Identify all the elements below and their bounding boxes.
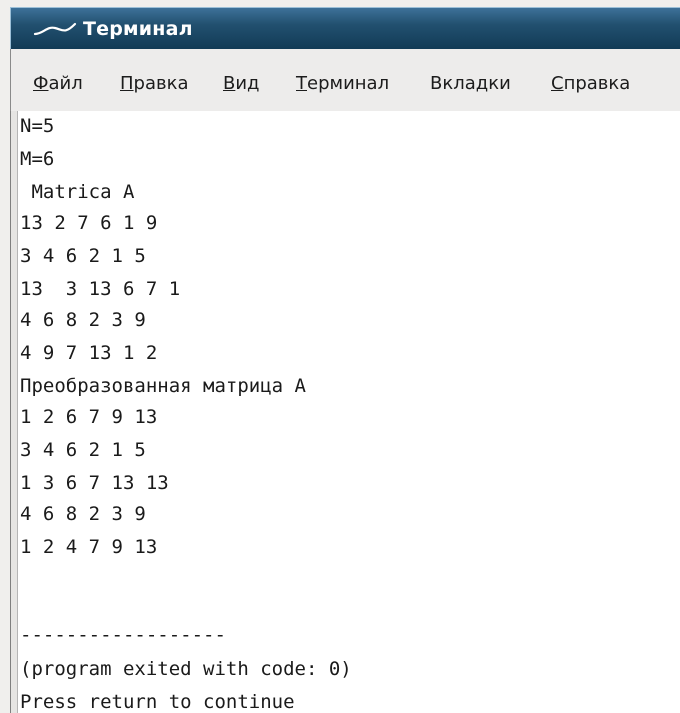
menu-edit-mnemonic: П [120, 73, 134, 94]
terminal-line: 13 3 13 6 7 1 [20, 278, 181, 300]
terminal-line: 13 2 7 6 1 9 [20, 212, 158, 234]
terminal-wave-icon [33, 22, 77, 36]
menu-help-mnemonic: С [551, 73, 564, 94]
terminal-output[interactable]: N=5 M=6 Matrica A 13 2 7 6 1 9 3 4 6 2 1… [18, 111, 680, 713]
terminal-line: 1 2 6 7 9 13 [20, 406, 158, 428]
terminal-line: 3 4 6 2 1 5 [20, 439, 146, 461]
terminal-line: 4 9 7 13 1 2 [20, 342, 158, 364]
terminal-line: Преобразованная матрица A [20, 375, 306, 397]
terminal-line: (program exited with code: 0) [20, 658, 352, 680]
menu-bar: Файл Правка Вид Терминал Вкладки Справка [10, 49, 680, 111]
menu-terminal[interactable]: Терминал [296, 73, 389, 94]
menu-help[interactable]: Справка [551, 73, 630, 94]
terminal-line: Press return to continue [20, 691, 295, 713]
menu-view[interactable]: Вид [223, 73, 260, 94]
menu-edit[interactable]: Правка [120, 73, 189, 94]
terminal-line: N=5 [20, 115, 55, 137]
menu-tabs[interactable]: Вкладки [430, 73, 511, 94]
menu-terminal-mnemonic: Т [296, 73, 307, 94]
terminal-line: 1 3 6 7 13 13 [20, 472, 169, 494]
menu-file-mnemonic: Ф [33, 73, 49, 94]
terminal-line: ------------------ [20, 624, 226, 646]
menu-terminal-label: ерминал [307, 73, 390, 94]
title-bar[interactable]: Терминал [10, 7, 680, 49]
window-title: Терминал [83, 18, 193, 40]
menu-tabs-label: Вкладки [430, 73, 511, 94]
terminal-line: M=6 [20, 148, 55, 170]
menu-view-label: ид [235, 73, 260, 94]
terminal-line: Matrica A [20, 181, 135, 203]
menu-file-label: айл [48, 73, 83, 94]
terminal-line: 3 4 6 2 1 5 [20, 245, 146, 267]
terminal-line: 4 6 8 2 3 9 [20, 503, 146, 525]
terminal-line: 1 2 4 7 9 13 [20, 536, 158, 558]
menu-file[interactable]: Файл [33, 73, 83, 94]
window-frame-left [10, 111, 18, 713]
menu-help-label: правка [563, 73, 631, 94]
menu-view-mnemonic: В [223, 73, 236, 94]
menu-edit-label: равка [133, 73, 189, 94]
terminal-line: 4 6 8 2 3 9 [20, 309, 146, 331]
terminal-window: Терминал Файл Правка Вид Терминал Вкладк… [0, 0, 680, 713]
